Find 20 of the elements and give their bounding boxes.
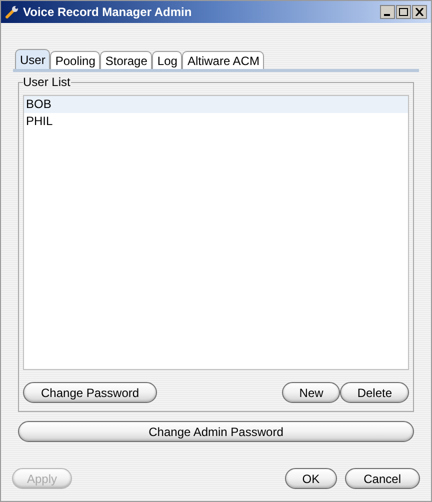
tab[interactable]: Pooling: [50, 51, 100, 69]
tab[interactable]: User: [15, 49, 50, 69]
close-icon: [415, 8, 424, 16]
pill-button[interactable]: Delete: [340, 382, 409, 403]
tab[interactable]: Altiware ACM: [182, 51, 264, 69]
tab[interactable]: Log: [152, 51, 182, 69]
group-title: User List: [23, 75, 72, 89]
pill-button[interactable]: OK: [285, 468, 337, 489]
minimize-button[interactable]: [380, 5, 395, 19]
pill-button[interactable]: Change Password: [23, 382, 158, 403]
tab[interactable]: Storage: [100, 51, 152, 69]
maximize-icon: [399, 8, 408, 16]
maximize-button[interactable]: [396, 5, 411, 19]
pill-button[interactable]: New: [282, 382, 340, 403]
pill-button[interactable]: Change Admin Password: [18, 421, 414, 442]
wrench-icon: [5, 5, 19, 19]
user-list-item[interactable]: BOB: [24, 96, 408, 113]
window-title: Voice Record Manager Admin: [23, 4, 192, 21]
close-button[interactable]: [412, 5, 427, 19]
pill-button[interactable]: Cancel: [344, 468, 420, 489]
